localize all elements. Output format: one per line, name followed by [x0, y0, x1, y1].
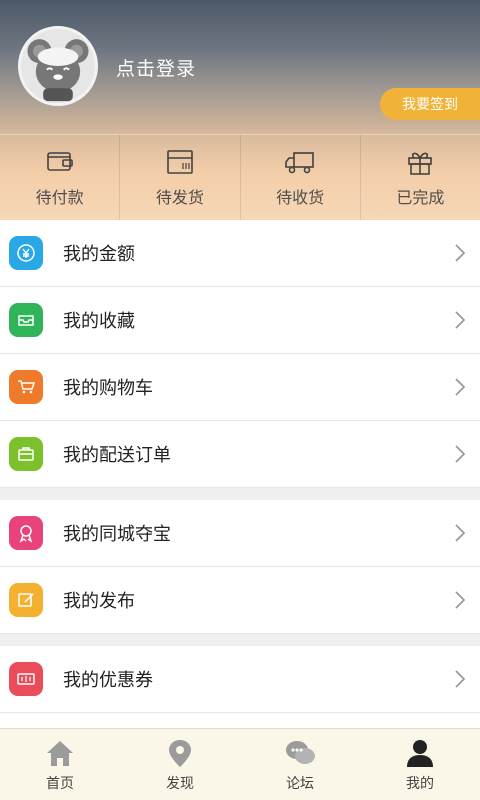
menu-item-coupons[interactable]: 我的优惠券 [0, 646, 480, 713]
cart-icon [9, 370, 43, 404]
edit-icon [9, 583, 43, 617]
menu-item-cart[interactable]: 我的购物车 [0, 354, 480, 421]
chevron-right-icon [440, 444, 480, 464]
award-icon [9, 516, 43, 550]
menu-item-posts[interactable]: 我的发布 [0, 567, 480, 634]
chevron-right-icon [440, 377, 480, 397]
order-pending-ship[interactable]: 待发货 [120, 135, 241, 220]
login-link[interactable]: 点击登录 [116, 54, 196, 81]
gift-icon [408, 152, 433, 175]
avatar[interactable] [18, 26, 98, 106]
tab-label: 我的 [406, 775, 434, 792]
chevron-right-icon [440, 523, 480, 543]
tab-discover[interactable]: 发现 [120, 729, 240, 800]
location-icon [169, 739, 191, 767]
menu-label: 我的配送订单 [63, 445, 171, 466]
tab-forum[interactable]: 论坛 [240, 729, 360, 800]
tab-label: 发现 [166, 775, 194, 792]
avatar-mascot-icon [27, 39, 89, 102]
menu-item-treasure[interactable]: 我的同城夺宝 [0, 500, 480, 567]
menu-item-delivery-orders[interactable]: 我的配送订单 [0, 421, 480, 488]
tab-mine[interactable]: 我的 [360, 729, 480, 800]
wallet-icon [46, 151, 73, 171]
briefcase-icon [9, 437, 43, 471]
coupon-icon [9, 662, 43, 696]
chat-icon [286, 740, 315, 764]
menu-list: 我的金额 我的收藏 我的购物车 我的配送订单 我的同城夺宝 我的发布 我的优惠券 [0, 220, 480, 780]
section-divider [0, 488, 480, 500]
home-icon [47, 740, 73, 766]
menu-label: 我的同城夺宝 [63, 524, 171, 545]
order-label: 待收货 [276, 187, 325, 207]
tab-label: 论坛 [286, 775, 314, 792]
yuan-icon [9, 236, 43, 270]
menu-item-balance[interactable]: 我的金额 [0, 220, 480, 287]
menu-item-favorites[interactable]: 我的收藏 [0, 287, 480, 354]
tab-label: 首页 [46, 775, 74, 792]
checkin-button[interactable]: 我要签到 [380, 88, 480, 120]
order-label: 已完成 [396, 187, 445, 207]
order-label: 待付款 [35, 187, 84, 207]
menu-label: 我的发布 [63, 591, 135, 612]
inbox-icon [9, 303, 43, 337]
chevron-right-icon [440, 310, 480, 330]
order-pending-payment[interactable]: 待付款 [0, 135, 121, 220]
profile-screen: 点击登录 我要签到 待付款 待发货 待收货 已完成 我的金额 我的收藏 我的购物… [0, 0, 480, 800]
package-icon [167, 149, 193, 174]
user-icon [407, 739, 433, 767]
order-status-bar: 待付款 待发货 待收货 已完成 [0, 134, 480, 220]
bottom-tab-bar: 首页 发现 论坛 我的 [0, 728, 480, 800]
order-pending-receive[interactable]: 待收货 [241, 135, 361, 220]
order-completed[interactable]: 已完成 [361, 135, 480, 220]
tab-home[interactable]: 首页 [0, 729, 120, 800]
menu-label: 我的购物车 [63, 378, 153, 399]
menu-label: 我的金额 [63, 244, 135, 265]
truck-icon [285, 151, 314, 173]
menu-label: 我的收藏 [63, 311, 135, 332]
chevron-right-icon [440, 243, 480, 263]
profile-header: 点击登录 我要签到 待付款 待发货 待收货 已完成 [0, 0, 480, 220]
section-divider [0, 634, 480, 646]
chevron-right-icon [440, 669, 480, 689]
chevron-right-icon [440, 590, 480, 610]
order-label: 待发货 [155, 187, 204, 207]
menu-label: 我的优惠券 [63, 670, 153, 691]
